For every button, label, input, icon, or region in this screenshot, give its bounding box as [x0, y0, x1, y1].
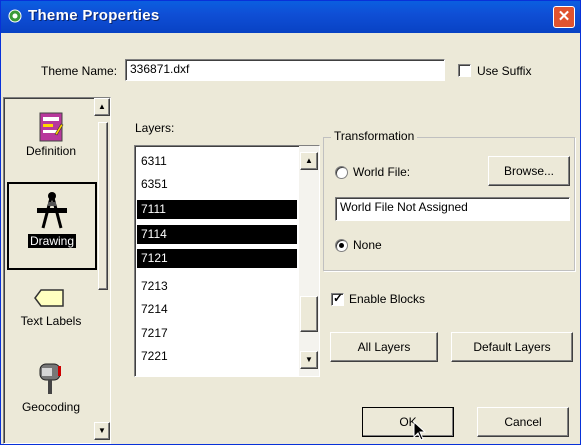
world-file-input[interactable]: World File Not Assigned: [335, 197, 570, 221]
theme-name-label: Theme Name:: [41, 64, 118, 78]
layer-item[interactable]: 6311: [137, 152, 297, 171]
category-definition-label: Definition: [25, 144, 77, 158]
category-drawing-label: Drawing: [27, 234, 76, 248]
layer-item[interactable]: 6351: [137, 175, 297, 194]
use-suffix-checkbox[interactable]: [458, 64, 471, 77]
layer-item[interactable]: 7214: [137, 300, 297, 319]
layers-list[interactable]: 6311 6351 7111 7114 7121 7213 7214 7217 …: [134, 145, 320, 377]
cancel-button[interactable]: Cancel: [477, 407, 569, 437]
category-text-labels-label: Text Labels: [20, 314, 82, 328]
layer-item[interactable]: 7111: [137, 200, 297, 219]
scroll-down-icon: ▼: [305, 355, 313, 364]
category-drawing[interactable]: Drawing: [7, 182, 97, 270]
layers-scroll-down-button[interactable]: ▼: [300, 351, 318, 369]
category-geocoding[interactable]: Geocoding: [4, 360, 98, 436]
theme-name-input[interactable]: 336871.dxf: [125, 59, 445, 81]
theme-properties-dialog: Theme Properties ✕ Theme Name: 336871.dx…: [0, 0, 581, 445]
category-scroll-thumb[interactable]: [98, 122, 108, 290]
category-text-labels[interactable]: Text Labels: [4, 284, 98, 348]
layer-item[interactable]: 7114: [137, 225, 297, 244]
none-label: None: [353, 238, 382, 252]
geocoding-icon: [39, 363, 61, 394]
layer-item[interactable]: 7221: [137, 347, 297, 366]
close-button[interactable]: ✕: [553, 6, 575, 28]
scroll-down-icon: ▼: [98, 426, 106, 435]
layer-item[interactable]: 7217: [137, 324, 297, 343]
layers-scroll-thumb[interactable]: [300, 296, 318, 332]
definition-icon: [39, 112, 64, 142]
mouse-cursor-icon: [413, 421, 427, 441]
layer-item[interactable]: 7213: [137, 277, 297, 296]
layers-scrollbar[interactable]: ▲ ▼: [299, 146, 319, 376]
category-scrollbar[interactable]: ▲ ▼: [94, 98, 110, 443]
window-title: Theme Properties: [28, 7, 160, 24]
world-file-radio[interactable]: [335, 166, 348, 179]
drawing-icon: [37, 192, 67, 229]
enable-blocks-checkbox[interactable]: [331, 291, 344, 306]
scroll-up-icon: ▲: [98, 102, 106, 111]
scroll-up-icon: ▲: [305, 156, 313, 165]
app-icon: [8, 9, 22, 23]
category-definition[interactable]: Definition: [4, 110, 98, 186]
all-layers-button[interactable]: All Layers: [330, 332, 438, 362]
layers-label: Layers:: [135, 121, 175, 135]
world-file-label: World File:: [353, 165, 411, 179]
category-scroll-up-button[interactable]: ▲: [94, 98, 110, 116]
transformation-label: Transformation: [331, 129, 418, 143]
browse-button[interactable]: Browse...: [488, 156, 570, 186]
ok-button[interactable]: OK: [362, 407, 454, 437]
category-scroll-down-button[interactable]: ▼: [94, 422, 110, 440]
close-icon: ✕: [557, 8, 571, 25]
layers-scroll-up-button[interactable]: ▲: [300, 152, 318, 170]
default-layers-button[interactable]: Default Layers: [451, 332, 573, 362]
enable-blocks-label: Enable Blocks: [349, 292, 426, 306]
none-radio[interactable]: [335, 239, 348, 252]
layer-item[interactable]: 7121: [137, 249, 297, 268]
category-geocoding-label: Geocoding: [21, 400, 81, 414]
text-labels-icon: [34, 289, 64, 307]
category-panel: Definition Drawing Text Labels Geocoding…: [3, 97, 111, 444]
use-suffix-label: Use Suffix: [477, 64, 532, 78]
title-bar[interactable]: Theme Properties ✕: [1, 1, 580, 33]
